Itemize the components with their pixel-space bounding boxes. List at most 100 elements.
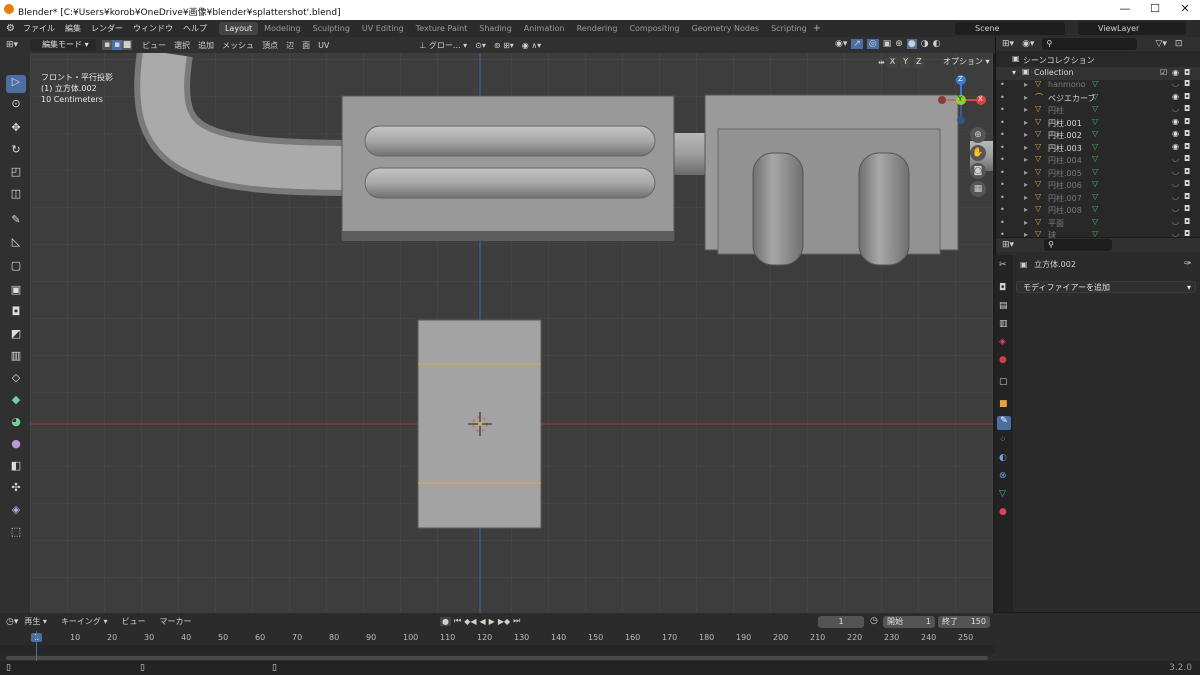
tab-layout[interactable]: Layout <box>218 22 259 35</box>
view-layer-tab-icon[interactable]: ▥ <box>999 319 1008 329</box>
snap-icon[interactable]: ⊚ ⊞▾ <box>494 41 514 50</box>
menu-view[interactable]: ビュー <box>142 40 166 51</box>
render-visibility-icon[interactable]: ◘ <box>1184 104 1190 113</box>
knife-icon[interactable]: ◇ <box>6 371 26 389</box>
transform-icon[interactable]: ◫ <box>6 187 26 205</box>
render-visibility-icon[interactable]: ◘ <box>1184 79 1190 88</box>
tab-shading[interactable]: Shading <box>473 22 518 35</box>
filter-icon[interactable]: ▽▾ <box>1155 39 1166 49</box>
display-mode-icon[interactable]: ◉▾ <box>1022 39 1034 49</box>
menu-face[interactable]: 面 <box>302 40 310 51</box>
mesh-data-icon[interactable]: ▽ <box>1092 229 1098 238</box>
visibility-icon[interactable]: ◡ <box>1172 204 1179 213</box>
shrink-fatten-icon[interactable]: ✣ <box>6 481 26 499</box>
expand-icon[interactable]: ▸ <box>1024 80 1028 89</box>
outliner-item[interactable]: • ▸ ▽ 円柱.001 ▽ ◉ ◘ <box>996 117 1200 130</box>
mesh-data-icon[interactable]: ▽ <box>1092 142 1098 151</box>
menu-vertex[interactable]: 頂点 <box>262 40 278 51</box>
play-icon[interactable]: ▶ <box>489 617 495 626</box>
tab-modeling[interactable]: Modeling <box>258 22 306 35</box>
outliner-item[interactable]: • ▸ ▽ 円柱 ▽ ◡ ◘ <box>996 104 1200 117</box>
loop-cut-icon[interactable]: ▥ <box>6 349 26 367</box>
perspective-toggle-icon[interactable]: ▦ <box>970 181 986 197</box>
visibility-icon[interactable]: ◉ <box>1172 92 1179 101</box>
expand-icon[interactable]: ▸ <box>1024 118 1028 127</box>
poly-build-icon[interactable]: ◆ <box>6 393 26 411</box>
measure-icon[interactable]: ◺ <box>6 235 26 253</box>
jump-end-icon[interactable]: ⏭ <box>513 616 520 626</box>
world-tab-icon[interactable]: ● <box>999 355 1007 365</box>
outliner-item[interactable]: • ▸ ▽ 円柱.002 ▽ ◉ ◘ <box>996 129 1200 142</box>
expand-icon[interactable]: ▸ <box>1024 180 1028 189</box>
shading-solid-icon[interactable]: ● <box>906 39 917 49</box>
close-icon[interactable]: ✕ <box>1170 2 1200 18</box>
tab-texture-paint[interactable]: Texture Paint <box>410 22 474 35</box>
edge-slide-icon[interactable]: ◧ <box>6 459 26 477</box>
tab-sculpting[interactable]: Sculpting <box>307 22 356 35</box>
visibility-icon[interactable]: ◡ <box>1172 79 1179 88</box>
editor-type-icon[interactable]: ⊞▾ <box>6 40 18 50</box>
render-visibility-icon[interactable]: ◘ <box>1184 92 1190 101</box>
spin-icon[interactable]: ◕ <box>6 415 26 433</box>
render-visibility-icon[interactable]: ◘ <box>1184 217 1190 226</box>
shading-rendered-icon[interactable]: ◐ <box>933 39 941 49</box>
visibility-icon[interactable]: ◡ <box>1172 229 1179 238</box>
add-workspace-icon[interactable]: + <box>813 23 821 34</box>
physics-tab-icon[interactable]: ◐ <box>999 453 1007 463</box>
new-collection-icon[interactable]: ⊡ <box>1175 39 1183 49</box>
visibility-icon[interactable]: ◉▾ <box>835 39 847 49</box>
record-icon[interactable]: ● <box>440 616 451 626</box>
scale-icon[interactable]: ◰ <box>6 165 26 183</box>
collection-checkbox[interactable]: ☑ <box>1160 68 1167 77</box>
pivot-icon[interactable]: ⊙▾ <box>475 41 486 50</box>
collection-visibility-icon[interactable]: ◉ <box>1172 68 1179 77</box>
viewlayer-selector[interactable]: ViewLayer <box>1078 22 1186 35</box>
smooth-icon[interactable]: ● <box>6 437 26 455</box>
transform-orientation-dropdown[interactable]: ⊥ グロー... ▾ <box>419 40 467 51</box>
visibility-icon[interactable]: ◉ <box>1172 117 1179 126</box>
menu-render[interactable]: レンダー <box>91 23 123 34</box>
mesh-data-icon[interactable]: ▽ <box>1092 129 1098 138</box>
tab-uv-editing[interactable]: UV Editing <box>356 22 410 35</box>
rip-region-icon[interactable]: ⬚ <box>6 525 26 543</box>
collection-render-icon[interactable]: ◘ <box>1184 68 1190 77</box>
menu-help[interactable]: ヘルプ <box>183 23 207 34</box>
render-visibility-icon[interactable]: ◘ <box>1184 204 1190 213</box>
timeline-track[interactable] <box>0 645 995 654</box>
mode-dropdown[interactable]: 編集モード ▾ <box>30 39 97 51</box>
3d-viewport[interactable]: フロント・平行投影 (1) 立方体.002 10 Centimeters ⇹ X… <box>30 53 993 613</box>
tool-tab-icon[interactable]: ✂ <box>999 260 1007 270</box>
collapse-icon[interactable]: ▾ <box>1012 68 1016 77</box>
material-tab-icon[interactable]: ● <box>999 507 1007 517</box>
navigation-gizmo[interactable]: Z Y X <box>935 73 990 128</box>
render-visibility-icon[interactable]: ◘ <box>1184 167 1190 176</box>
play-reverse-icon[interactable]: ◀ <box>480 617 486 626</box>
expand-icon[interactable]: ▸ <box>1024 130 1028 139</box>
mesh-data-icon[interactable]: ▽ <box>1092 192 1098 201</box>
properties-search-input[interactable]: ⚲ <box>1044 239 1113 251</box>
expand-icon[interactable]: ▸ <box>1024 105 1028 114</box>
jump-start-icon[interactable]: ⏮ <box>454 616 461 626</box>
outliner-search-input[interactable]: ⚲ <box>1042 38 1138 50</box>
mesh-data-icon[interactable]: ▽ <box>1092 179 1098 188</box>
visibility-icon[interactable]: ◡ <box>1172 104 1179 113</box>
collection-tab-icon[interactable]: ▢ <box>999 377 1008 387</box>
move-icon[interactable]: ✥ <box>6 121 26 139</box>
select-box-icon[interactable]: ▷ <box>6 75 26 93</box>
annotate-icon[interactable]: ✎ <box>6 213 26 231</box>
overlay-toggle-icon[interactable]: ◎ <box>866 39 879 49</box>
mesh-data-icon[interactable]: ▽ <box>1092 204 1098 213</box>
object-tab-icon[interactable]: ■ <box>999 399 1008 409</box>
expand-icon[interactable]: ▸ <box>1024 218 1028 227</box>
timeline-menu-playback[interactable]: 再生 ▾ <box>24 616 47 627</box>
visibility-icon[interactable]: ◡ <box>1172 167 1179 176</box>
rotate-icon[interactable]: ↻ <box>6 143 26 161</box>
visibility-icon[interactable]: ◉ <box>1172 129 1179 138</box>
maximize-icon[interactable]: ☐ <box>1140 2 1170 18</box>
zoom-icon[interactable]: ⊕ <box>970 127 986 143</box>
outliner-item[interactable]: • ▸ ▽ 円柱.006 ▽ ◡ ◘ <box>996 179 1200 192</box>
start-frame-field[interactable]: 開始 1 <box>883 616 935 628</box>
mirror-y-toggle[interactable]: Y <box>900 56 912 68</box>
render-visibility-icon[interactable]: ◘ <box>1184 117 1190 126</box>
scene-tab-icon[interactable]: ◈ <box>999 337 1006 347</box>
